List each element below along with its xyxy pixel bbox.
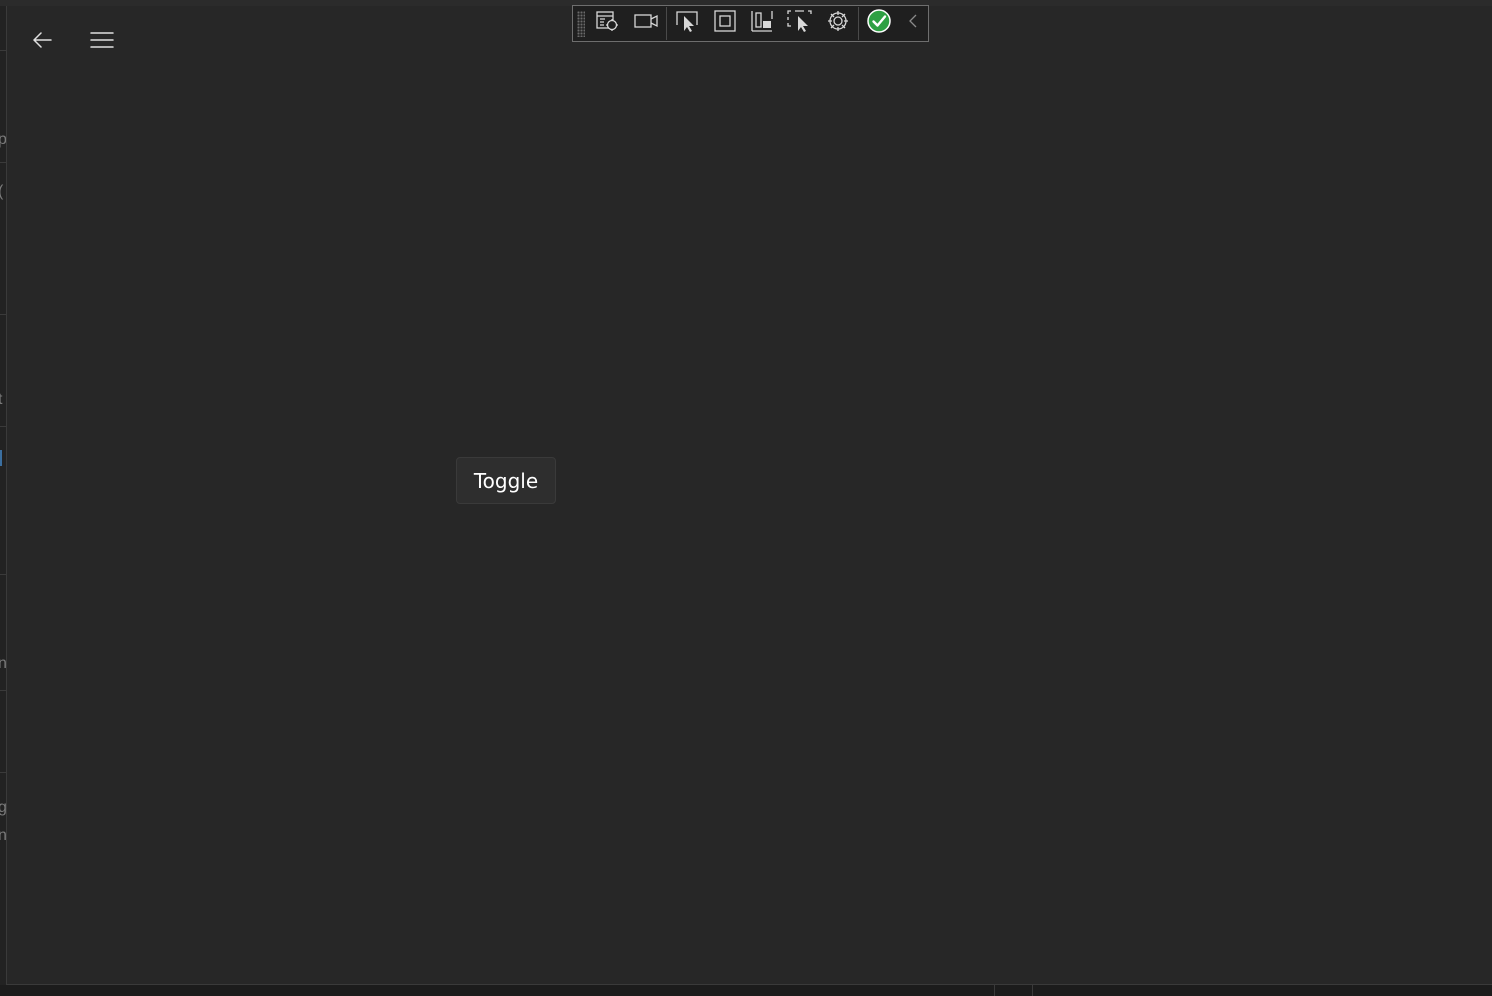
divider xyxy=(994,985,995,996)
selection-mark xyxy=(0,450,2,466)
menu-button[interactable] xyxy=(82,22,122,58)
track-focused-element-button[interactable] xyxy=(744,7,782,40)
hamburger-menu-icon xyxy=(90,31,114,49)
track-focused-element-icon xyxy=(749,9,775,38)
arrow-left-icon xyxy=(32,32,52,48)
live-visual-tree-button[interactable] xyxy=(589,7,627,40)
toolbar-separator xyxy=(858,7,860,40)
toolbar-grip[interactable] xyxy=(577,10,585,37)
binding-failures-icon xyxy=(825,9,851,38)
toolbar-separator xyxy=(665,7,667,40)
toggle-button[interactable]: Toggle xyxy=(456,457,556,504)
record-video-button[interactable] xyxy=(627,7,665,40)
app-window xyxy=(6,6,1492,985)
screen: p ( t n g n xyxy=(0,0,1492,996)
display-layout-adorners-button[interactable] xyxy=(706,7,744,40)
select-element-icon xyxy=(674,9,700,38)
divider xyxy=(1032,985,1033,996)
accessibility-check-button[interactable] xyxy=(860,7,898,40)
debug-toolbar xyxy=(572,5,929,42)
accessibility-check-icon xyxy=(866,8,892,39)
live-visual-tree-icon xyxy=(595,10,621,37)
display-layout-adorners-icon xyxy=(713,9,737,38)
background-glyph: ( xyxy=(0,184,3,200)
collapse-toolbar-icon xyxy=(907,13,919,34)
binding-failures-button[interactable] xyxy=(819,7,857,40)
collapse-toolbar-button[interactable] xyxy=(898,7,928,40)
preview-selection-icon xyxy=(786,9,814,38)
back-button[interactable] xyxy=(22,22,62,58)
select-element-button[interactable] xyxy=(668,7,706,40)
preview-selection-button[interactable] xyxy=(781,7,819,40)
desktop-bottom xyxy=(0,985,1492,996)
background-glyph: t xyxy=(0,391,3,408)
record-video-icon xyxy=(633,12,659,35)
